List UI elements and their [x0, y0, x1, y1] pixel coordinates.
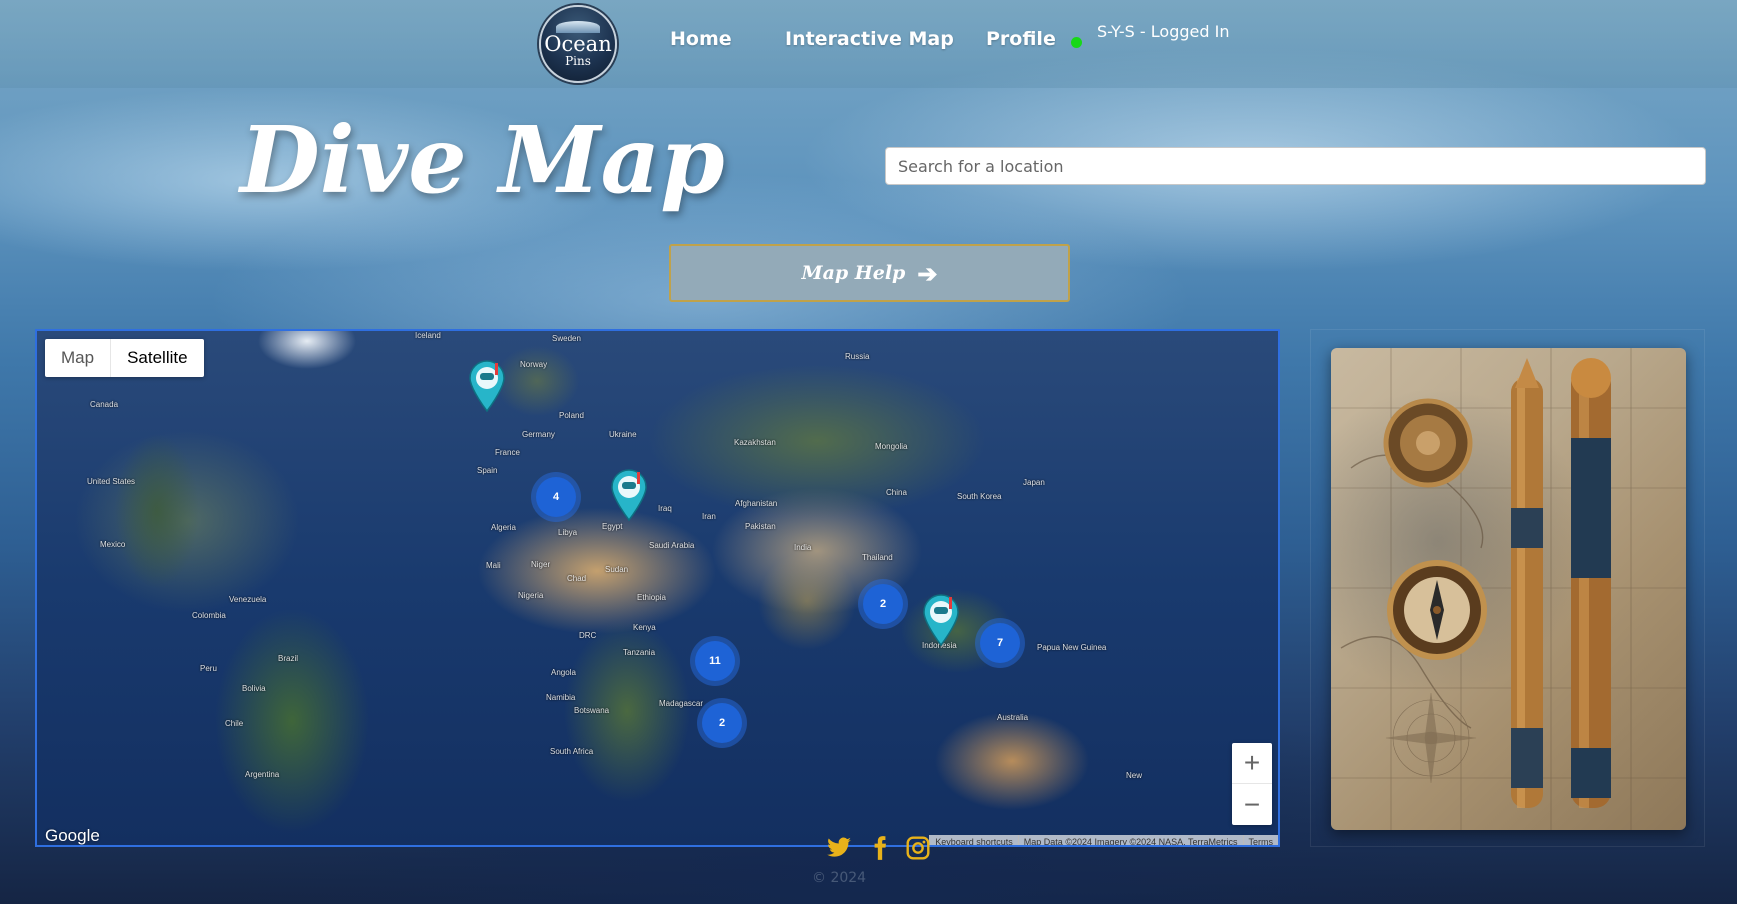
- map-label: Spain: [477, 466, 498, 475]
- copyright: © 2024: [812, 870, 867, 886]
- marker-cluster[interactable]: 2: [863, 584, 903, 624]
- map-label: Venezuela: [229, 595, 267, 604]
- map-label: Russia: [845, 352, 870, 361]
- map-label: Brazil: [278, 654, 299, 663]
- map-label: Tanzania: [623, 648, 656, 657]
- map-label: Namibia: [546, 693, 576, 702]
- nav-profile[interactable]: Profile: [986, 28, 1056, 50]
- vintage-map-compass-image: [1331, 348, 1686, 830]
- map-label: South Africa: [550, 747, 594, 756]
- online-status-dot: [1071, 37, 1082, 48]
- map-label: Norway: [520, 360, 548, 369]
- zoom-out-button[interactable]: −: [1232, 784, 1272, 825]
- location-search-input[interactable]: [885, 147, 1706, 185]
- map-label: Libya: [558, 528, 578, 537]
- map-label: Ukraine: [609, 430, 637, 439]
- map-label: Thailand: [862, 553, 893, 562]
- map-label: Nigeria: [518, 591, 544, 600]
- map-label: Bolivia: [242, 684, 266, 693]
- map-label: South Korea: [957, 492, 1002, 501]
- nav-home[interactable]: Home: [670, 28, 732, 50]
- map-label: Botswana: [574, 706, 610, 715]
- map-type-map[interactable]: Map: [45, 339, 112, 377]
- zoom-in-button[interactable]: +: [1232, 743, 1272, 784]
- map-help-label: Map Help: [801, 262, 906, 284]
- map-label: Mali: [486, 561, 501, 570]
- map-label: Ethiopia: [637, 593, 666, 602]
- map-label: Kazakhstan: [734, 438, 776, 447]
- marker-cluster[interactable]: 4: [536, 477, 576, 517]
- page-title: Dive Map: [240, 106, 725, 214]
- map-help-button[interactable]: Map Help ➔: [669, 244, 1070, 302]
- map-label: Afghanistan: [735, 499, 778, 508]
- dive-pin-marker[interactable]: [921, 593, 961, 647]
- map-label: Pakistan: [745, 522, 776, 531]
- map-label: Algeria: [491, 523, 516, 532]
- map-label: Papua New Guinea: [1037, 643, 1107, 652]
- marker-cluster[interactable]: 2: [702, 703, 742, 743]
- facebook-icon[interactable]: [867, 835, 893, 861]
- logo-line2: Pins: [565, 53, 591, 68]
- map-label: Saudi Arabia: [649, 541, 695, 550]
- twitter-icon[interactable]: [826, 835, 852, 861]
- map-label: Iceland: [415, 331, 441, 340]
- map-label: Canada: [90, 400, 119, 409]
- keyboard-shortcuts-link[interactable]: Keyboard shortcuts: [929, 835, 1018, 845]
- map-label: India: [794, 543, 812, 552]
- map-type-control: Map Satellite: [45, 339, 204, 377]
- marker-cluster[interactable]: 11: [695, 641, 735, 681]
- wave-icon: [556, 20, 600, 33]
- instagram-icon[interactable]: [905, 835, 931, 861]
- map-label: Niger: [531, 560, 551, 569]
- dive-pin-marker[interactable]: [467, 359, 507, 413]
- map-label: Colombia: [192, 611, 226, 620]
- map-label: Iran: [702, 512, 716, 521]
- logo-line1: Ocean: [544, 31, 612, 56]
- map-label: Germany: [522, 430, 555, 439]
- user-status[interactable]: S-Y-S - Logged In: [1097, 22, 1229, 41]
- map-label: Mongolia: [875, 442, 908, 451]
- map-label: Sudan: [605, 565, 629, 574]
- map-label: Egypt: [602, 522, 623, 531]
- arrow-right-icon: ➔: [917, 258, 938, 288]
- map-label: Japan: [1023, 478, 1045, 487]
- map-label: Iraq: [658, 504, 672, 513]
- map-label: Sweden: [552, 334, 581, 343]
- map-label: China: [886, 488, 907, 497]
- map-label: Argentina: [245, 770, 280, 779]
- dive-pin-marker[interactable]: [609, 468, 649, 522]
- map-label: Mexico: [100, 540, 126, 549]
- marker-cluster[interactable]: 7: [980, 623, 1020, 663]
- map-label: Chile: [225, 719, 244, 728]
- ocean-pins-logo[interactable]: Ocean Pins: [539, 5, 617, 83]
- map-label: Kenya: [633, 623, 656, 632]
- zoom-control: + −: [1232, 743, 1272, 825]
- map-label: Chad: [567, 574, 587, 583]
- terms-link[interactable]: Terms: [1242, 835, 1279, 845]
- map-label: United States: [87, 477, 136, 486]
- map-type-satellite[interactable]: Satellite: [111, 339, 203, 377]
- map-data-credit: Map Data ©2024 Imagery ©2024 NASA, Terra…: [1017, 835, 1243, 845]
- map-label: New: [1126, 771, 1143, 780]
- top-navbar: Ocean Pins Home Interactive Map Profile …: [0, 0, 1737, 88]
- map-attribution: Keyboard shortcuts Map Data ©2024 Imager…: [929, 835, 1279, 845]
- map-label: Angola: [551, 668, 576, 677]
- map-label: Australia: [997, 713, 1029, 722]
- google-logo: Google: [45, 826, 100, 845]
- dive-map[interactable]: Iceland Sweden Norway Russia Canada Pola…: [35, 329, 1280, 847]
- map-label: Madagascar: [659, 699, 704, 708]
- nav-interactive-map[interactable]: Interactive Map: [785, 28, 954, 50]
- map-label: France: [495, 448, 520, 457]
- map-label: Peru: [200, 664, 217, 673]
- map-label: Poland: [559, 411, 584, 420]
- map-label: DRC: [579, 631, 597, 640]
